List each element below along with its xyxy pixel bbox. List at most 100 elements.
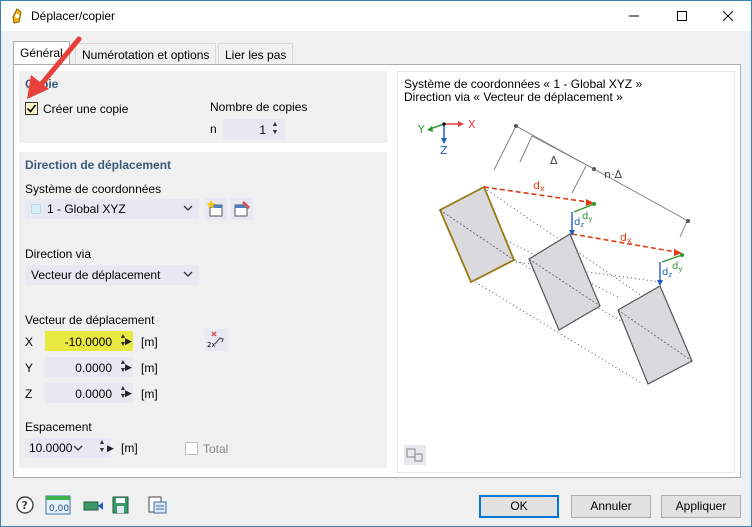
svg-text:0,00: 0,00 [49,504,69,514]
coord-system-label: Système de coordonnées [25,182,162,196]
dy-label-2: dy [672,261,683,273]
vector-y-unit: [m] [141,361,158,375]
total-label: Total [203,442,229,456]
cancel-button[interactable]: Annuler [571,495,651,518]
maximize-button[interactable] [659,1,705,31]
axis-x-label: X [468,118,476,131]
svg-text:?: ? [22,499,28,512]
tab-numbering[interactable]: Numérotation et options [75,43,217,65]
annotation-arrow-icon [27,36,82,99]
vector-y-menu-arrow-icon[interactable]: ▶ [125,362,132,373]
vector-z-value: 0.0000 [75,387,112,401]
diagram-options-button[interactable] [404,445,426,465]
svg-text:2x: 2x [207,341,216,349]
spacing-value: 10.0000 [29,441,73,455]
dimension-dot-1 [514,124,518,128]
n-delta-label: n·Δ [604,168,622,181]
create-copy-label: Créer une copie [43,102,129,116]
create-copy-checkbox[interactable] [25,102,38,115]
edit-coord-system-button[interactable] [231,198,253,220]
num-copies-input[interactable]: 1 ▲ ▼ [223,119,285,139]
chevron-down-icon [183,205,193,211]
dx-label-2: dx [620,231,632,245]
dimension-dot-3 [592,167,596,171]
diagram-options-icon [406,448,423,462]
units-icon: 0,00 [45,495,71,515]
copy-member-1 [528,233,601,331]
section-tool-icon [83,501,103,511]
help-button[interactable]: ? [13,494,37,516]
spacing-label: Espacement [25,420,92,434]
coord-system-swatch-icon [31,204,41,214]
num-copies-spinner[interactable]: ▲ ▼ [270,121,280,137]
coord-system-value: 1 - Global XYZ [47,202,126,216]
y-label: Y [25,361,34,375]
chevron-down-icon[interactable] [73,442,83,454]
original-member [438,185,516,284]
dz-label-2: dz [662,267,672,279]
new-coord-system-button[interactable] [205,198,227,220]
copy-member-2 [617,285,693,385]
vector-y-input[interactable]: 0.0000 ▲ ▼ [45,357,133,377]
save-button[interactable] [109,494,133,516]
apply-button[interactable]: Appliquer [661,495,741,518]
direction-group-title: Direction de déplacement [25,158,172,172]
window-title: Déplacer/copier [31,9,116,23]
close-icon [723,11,733,21]
spacing-spinner[interactable]: ▲ ▼ [97,439,107,455]
export-button[interactable] [145,494,169,516]
vector-x-menu-arrow-icon[interactable]: ▶ [125,336,132,347]
spacing-menu-arrow-icon[interactable]: ▶ [107,443,114,454]
vector-z-input[interactable]: 0.0000 ▲ ▼ [45,383,133,403]
vector-y-value: 0.0000 [75,361,112,375]
save-icon [112,496,129,514]
units-button[interactable]: 0,00 [45,494,71,516]
dimension-dot-2 [686,219,690,223]
n-label: n [210,122,217,136]
num-copies-label: Nombre de copies [210,100,308,114]
spacing-input[interactable]: 10.0000 ▲ ▼ [25,438,111,458]
direction-group: Direction de déplacement Système de coor… [19,152,387,468]
z-label: Z [25,387,33,401]
chevron-down-icon [183,271,193,277]
vector-z-unit: [m] [141,387,158,401]
tab-numbering-label: Numérotation et options [82,48,210,62]
num-copies-value: 1 [259,123,266,137]
direction-via-label: Direction via [25,247,92,261]
export-icon [148,496,167,514]
x-label: X [25,335,34,349]
displacement-diagram: Y X Z Δ n·Δ dx dx dy dz dy dz [417,118,693,385]
delta-label: Δ [550,154,558,167]
vector-label: Vecteur de déplacement [25,313,155,327]
minimize-button[interactable] [611,1,657,31]
axis-z-label: Z [440,144,448,157]
section-tool-button[interactable] [81,494,105,516]
vector-z-menu-arrow-icon[interactable]: ▶ [125,388,132,399]
tab-link-steps[interactable]: Lier les pas [218,43,294,65]
spacing-unit: [m] [121,441,138,455]
maximize-icon [677,11,687,21]
ok-button[interactable]: OK [479,495,559,518]
edit-coord-system-icon [234,201,250,217]
app-icon [12,8,22,24]
diagram-panel: Système de coordonnées « 1 - Global XYZ … [397,71,735,473]
checkmark-icon [26,104,37,113]
dx-label-1: dx [533,179,545,193]
direction-via-value: Vecteur de déplacement [31,268,161,282]
coord-system-select[interactable]: 1 - Global XYZ [25,199,199,219]
close-button[interactable] [705,1,751,31]
direction-via-select[interactable]: Vecteur de déplacement [25,265,199,285]
tab-link-steps-label: Lier les pas [225,48,287,62]
total-checkbox[interactable] [185,442,198,455]
pick-vector-icon: 2x [207,331,224,349]
dialog-window: Déplacer/copier Général Numérotation et … [0,0,752,527]
pick-vector-button[interactable]: 2x [205,329,227,351]
title-bar: Déplacer/copier [1,1,751,31]
vector-x-unit: [m] [141,335,158,349]
axis-triad-icon [427,121,464,144]
help-icon: ? [16,496,34,514]
minimize-icon [629,15,639,17]
axis-y-label: Y [417,123,425,136]
vector-x-value: -10.0000 [64,335,112,349]
vector-x-input[interactable]: -10.0000 ▲ ▼ [45,331,133,351]
